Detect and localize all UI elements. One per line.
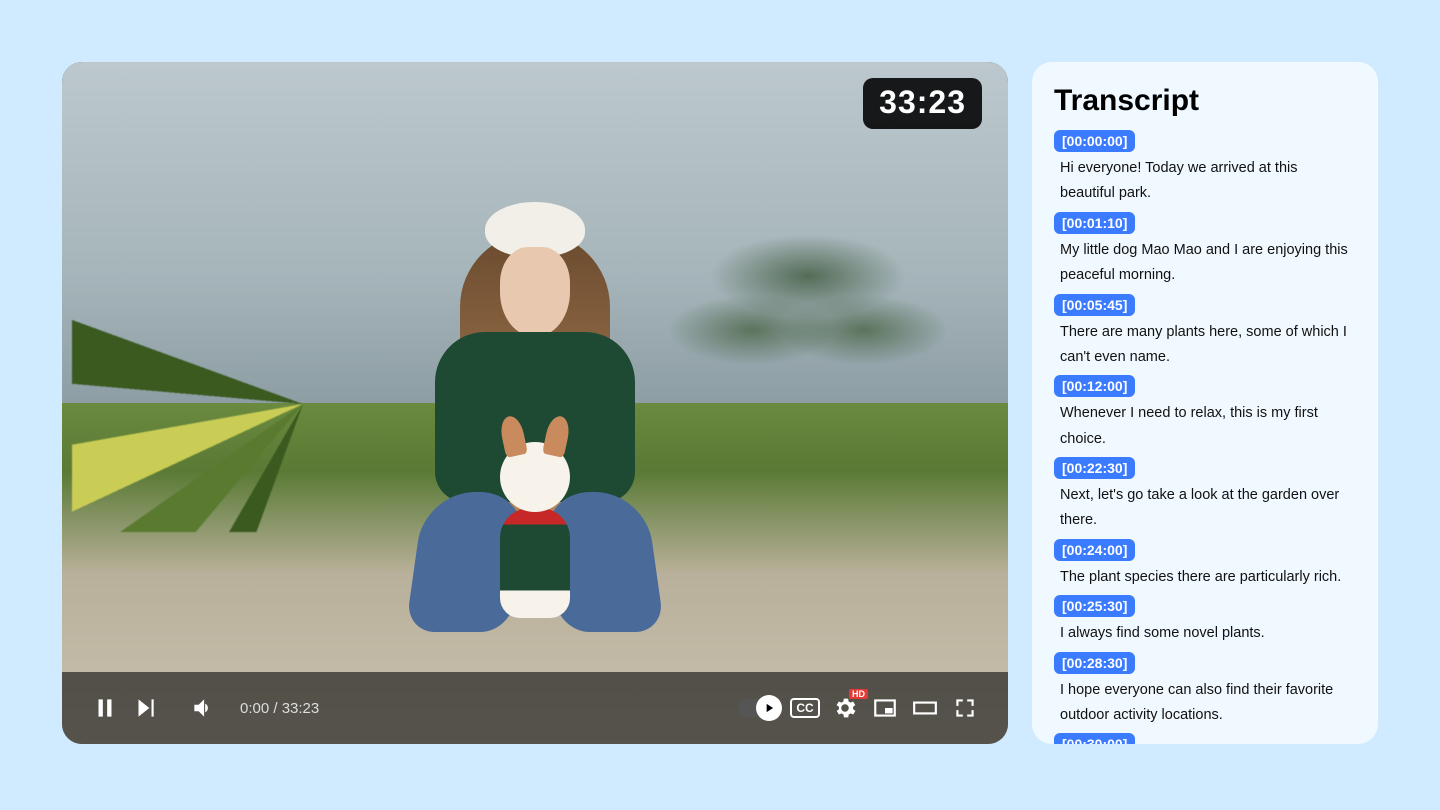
transcript-text: I always find some novel plants. — [1054, 621, 1352, 650]
fullscreen-icon — [952, 695, 978, 721]
transcript-item: [00:05:45] There are many plants here, so… — [1054, 294, 1352, 375]
theater-button[interactable] — [912, 695, 938, 721]
transcript-item: [00:00:00] Hi everyone! Today we arrived … — [1054, 130, 1352, 211]
transcript-timestamp[interactable]: [00:05:45] — [1054, 294, 1135, 316]
transcript-timestamp[interactable]: [00:24:00] — [1054, 539, 1135, 561]
miniplayer-button[interactable] — [872, 695, 898, 721]
transcript-item: [00:12:00] Whenever I need to relax, this… — [1054, 375, 1352, 456]
transcript-item: [00:01:10] My little dog Mao Mao and I ar… — [1054, 212, 1352, 293]
transcript-text: The plant species there are particularly… — [1054, 565, 1352, 594]
transcript-timestamp[interactable]: [00:30:00] — [1054, 733, 1135, 744]
duration-overlay: 33:23 — [863, 78, 982, 129]
transcript-timestamp[interactable]: [00:28:30] — [1054, 652, 1135, 674]
transcript-item: [00:28:30] I hope everyone can also find … — [1054, 652, 1352, 733]
next-button[interactable] — [132, 695, 158, 721]
transcript-text: Next, let's go take a look at the garden… — [1054, 483, 1352, 538]
miniplayer-icon — [872, 695, 898, 721]
transcript-item: [00:22:30] Next, let's go take a look at … — [1054, 457, 1352, 538]
volume-icon — [190, 695, 216, 721]
transcript-item: [00:25:30] I always find some novel plant… — [1054, 595, 1352, 650]
transcript-list: [00:00:00] Hi everyone! Today we arrived … — [1054, 130, 1352, 744]
decor-plant — [72, 212, 402, 532]
transcript-timestamp[interactable]: [00:25:30] — [1054, 595, 1135, 617]
fullscreen-button[interactable] — [952, 695, 978, 721]
transcript-text: Hi everyone! Today we arrived at this be… — [1054, 156, 1352, 211]
transcript-panel: Transcript [00:00:00] Hi everyone! Today … — [1032, 62, 1378, 744]
play-mini-icon — [762, 701, 776, 715]
video-player[interactable]: 33:23 0:00 / 33:23 CC HD — [62, 62, 1008, 744]
transcript-item: [00:30:00]Thank you for watching. See yo… — [1054, 733, 1352, 744]
transcript-text: My little dog Mao Mao and I are enjoying… — [1054, 238, 1352, 293]
transcript-timestamp[interactable]: [00:01:10] — [1054, 212, 1135, 234]
transcript-timestamp[interactable]: [00:12:00] — [1054, 375, 1135, 397]
decor-dog — [490, 442, 580, 632]
cc-icon: CC — [790, 698, 819, 718]
transcript-text: I hope everyone can also find their favo… — [1054, 678, 1352, 733]
transcript-title: Transcript — [1054, 84, 1352, 118]
transcript-item: [00:24:00] The plant species there are pa… — [1054, 539, 1352, 594]
video-frame — [62, 62, 1008, 744]
volume-button[interactable] — [190, 695, 216, 721]
hd-badge: HD — [849, 689, 868, 699]
transcript-timestamp[interactable]: [00:00:00] — [1054, 130, 1135, 152]
next-icon — [132, 695, 158, 721]
transcript-timestamp[interactable]: [00:22:30] — [1054, 457, 1135, 479]
transcript-text: There are many plants here, some of whic… — [1054, 320, 1352, 375]
transcript-text: Whenever I need to relax, this is my fir… — [1054, 401, 1352, 456]
settings-button[interactable]: HD — [832, 695, 858, 721]
subtitles-button[interactable]: CC — [792, 695, 818, 721]
theater-icon — [912, 695, 938, 721]
video-controls: 0:00 / 33:23 CC HD — [62, 672, 1008, 744]
pause-icon — [92, 695, 118, 721]
decor-palm — [668, 132, 948, 492]
autoplay-toggle[interactable] — [738, 699, 778, 717]
time-display: 0:00 / 33:23 — [240, 700, 319, 717]
pause-button[interactable] — [92, 695, 118, 721]
